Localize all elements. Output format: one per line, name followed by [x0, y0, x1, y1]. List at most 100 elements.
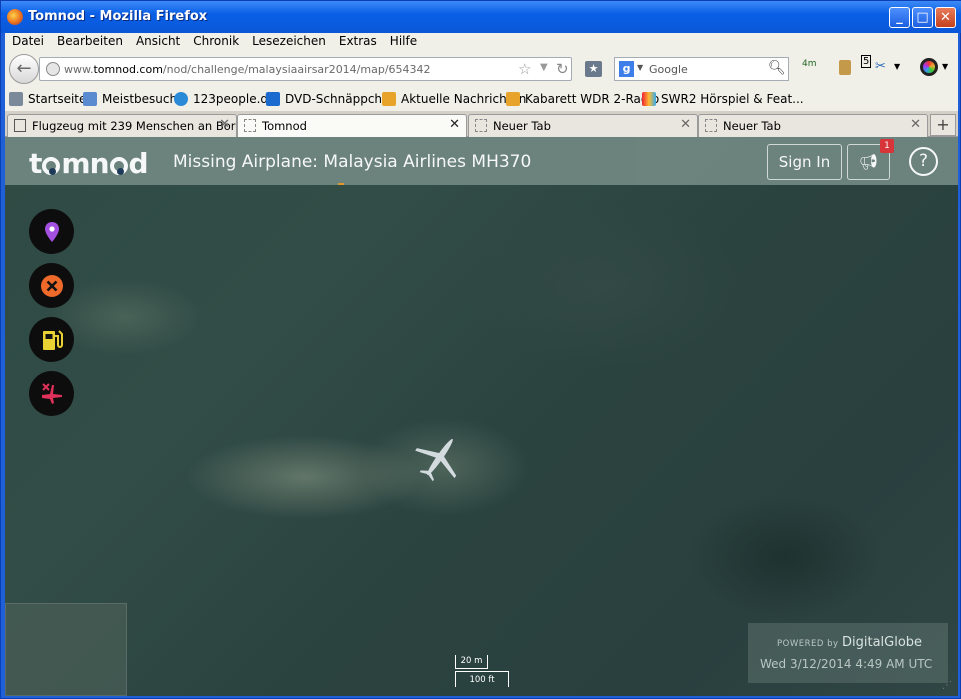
page-icon [244, 119, 256, 132]
tab-label: Tomnod [262, 119, 307, 133]
tab-label: Flugzeug mit 239 Menschen an Bord ... [32, 119, 237, 133]
page-icon [475, 119, 487, 132]
back-button[interactable]: ← [9, 54, 39, 84]
bookmark-label: 123people.de [193, 92, 276, 106]
close-button[interactable]: ✕ [935, 7, 956, 28]
menu-datei[interactable]: Datei [5, 33, 50, 48]
page-icon [705, 119, 717, 132]
menu-ansicht[interactable]: Ansicht [129, 33, 186, 48]
airplane-wreckage-icon [41, 382, 62, 404]
tomnod-logo[interactable]: t mn d [29, 147, 149, 180]
firefox-icon [7, 9, 23, 25]
scale-metric: 20 m [455, 655, 488, 669]
menu-extras[interactable]: Extras [332, 33, 383, 48]
google-engine-icon[interactable]: g [619, 61, 634, 77]
scale-bar: 20 m 100 ft [455, 655, 509, 689]
navigation-toolbar: ← www.tomnod.com/nod/challenge/malaysiaa… [5, 51, 958, 87]
map-viewport[interactable]: t mn d Missing Airplane: Malaysia Airlines… [5, 137, 958, 696]
bookmarks-button[interactable]: ★ [585, 61, 602, 77]
bookmark-label: Meistbesucht [102, 92, 182, 106]
tomnod-header: t mn d Missing Airplane: Malaysia Airlines… [5, 137, 958, 185]
progress-marker [338, 183, 344, 185]
imagery-credit: POWERED by DigitalGlobe Wed 3/12/2014 4:… [748, 623, 948, 683]
reload-icon[interactable]: ↻ [556, 60, 569, 78]
bookmark-meistbesucht[interactable]: Meistbesucht [83, 92, 182, 106]
oil-slick-tool[interactable] [29, 317, 74, 362]
bookmarks-toolbar: Startseite Meistbesucht 123people.de DVD… [5, 87, 958, 111]
bookmarks-star-icon: ★ [588, 62, 599, 75]
new-tab-button[interactable]: + [930, 114, 956, 136]
search-magnifier-icon[interactable]: 🔍︎ [768, 60, 786, 76]
browser-window: Tomnod - Mozilla Firefox _ □ ✕ Datei Bear… [0, 0, 961, 699]
minimize-button[interactable]: _ [889, 7, 910, 28]
bookmark-label: SWR2 Hörspiel & Feat... [661, 92, 804, 106]
maximize-button[interactable]: □ [912, 7, 933, 28]
bookmark-label: DVD-Schnäppchen [285, 92, 398, 106]
globe-icon [46, 62, 60, 76]
notebook-icon[interactable] [839, 60, 851, 75]
damage-tool[interactable] [29, 263, 74, 308]
notification-badge: 1 [880, 139, 894, 153]
page-icon [14, 119, 26, 132]
tab-close-icon[interactable]: ✕ [219, 117, 230, 132]
tab-flugzeug[interactable]: Flugzeug mit 239 Menschen an Bord ... ✕ [7, 114, 237, 137]
megaphone-icon: 📢︎ [858, 153, 879, 171]
engine-dropdown-icon[interactable]: ▼ [637, 63, 643, 72]
tag-location-tool[interactable] [29, 209, 74, 254]
color-addon-icon[interactable] [920, 58, 938, 76]
bookmark-startseite[interactable]: Startseite [9, 92, 86, 106]
menu-bar: Datei Bearbeiten Ansicht Chronik Lesezeichen… [5, 33, 958, 51]
bookmark-123people[interactable]: 123people.de [174, 92, 275, 106]
tv-icon [266, 92, 280, 106]
tab-close-icon[interactable]: ✕ [910, 117, 921, 132]
addon-4m-icon[interactable]: 4m [802, 59, 817, 69]
title-bar: Tomnod - Mozilla Firefox _ □ ✕ [1, 1, 961, 33]
resize-grip-icon[interactable]: ⋰ [942, 680, 956, 694]
page-title: Missing Airplane: Malaysia Airlines MH37… [173, 152, 532, 172]
addon-scissors-icon[interactable]: ✂ [875, 59, 886, 74]
scale-imperial: 100 ft [455, 671, 509, 687]
airplane-sighting [415, 438, 457, 482]
rss-icon [506, 92, 520, 106]
home-icon [9, 92, 23, 106]
search-input[interactable]: Google [649, 63, 688, 76]
tab-tomnod[interactable]: Tomnod ✕ [237, 114, 467, 138]
tab-bar: Flugzeug mit 239 Menschen an Bord ... ✕ T… [5, 111, 958, 138]
tab-neuer-2[interactable]: Neuer Tab ✕ [698, 114, 928, 137]
map-pin-icon [44, 221, 59, 242]
url-dropdown-icon[interactable]: ▼ [540, 62, 548, 73]
menu-bearbeiten[interactable]: Bearbeiten [50, 33, 129, 48]
minimap[interactable] [5, 603, 127, 696]
addon-dropdown-icon[interactable]: ▼ [894, 62, 900, 71]
sign-in-button[interactable]: Sign In [767, 144, 842, 180]
help-button[interactable]: ? [909, 147, 938, 176]
tab-label: Neuer Tab [493, 119, 551, 133]
url-text[interactable]: www.tomnod.com/nod/challenge/malaysiaair… [64, 63, 431, 76]
url-prefix: www. [64, 63, 94, 76]
swr-icon [642, 92, 656, 106]
bookmark-kabarett[interactable]: Kabarett WDR 2-Radio [506, 92, 659, 106]
color-addon-dropdown-icon[interactable]: ▼ [942, 62, 948, 71]
tab-close-icon[interactable]: ✕ [680, 117, 691, 132]
url-path: /nod/challenge/malaysiaairsar2014/map/65… [162, 63, 431, 76]
bookmark-dvd[interactable]: DVD-Schnäppchen [266, 92, 397, 106]
bookmark-label: Kabarett WDR 2-Radio [525, 92, 660, 106]
tab-neuer-1[interactable]: Neuer Tab ✕ [468, 114, 698, 137]
tab-label: Neuer Tab [723, 119, 781, 133]
bookmark-swr2[interactable]: SWR2 Hörspiel & Feat... [642, 92, 804, 106]
window-title: Tomnod - Mozilla Firefox [28, 9, 208, 24]
bookmark-aktuelle[interactable]: Aktuelle Nachrichten [382, 92, 526, 106]
bookmark-star-icon[interactable]: ☆ [518, 60, 531, 78]
tab-close-icon[interactable]: ✕ [449, 117, 460, 132]
menu-hilfe[interactable]: Hilfe [383, 33, 423, 48]
url-bar[interactable]: www.tomnod.com/nod/challenge/malaysiaair… [39, 57, 572, 81]
menu-lesezeichen[interactable]: Lesezeichen [245, 33, 332, 48]
url-domain: tomnod.com [93, 63, 163, 76]
search-bar[interactable]: g ▼ Google 🔍︎ [614, 57, 789, 81]
credit-powered: POWERED by [777, 639, 839, 649]
imagery-date: Wed 3/12/2014 4:49 AM UTC [760, 657, 933, 671]
counter-icon[interactable]: 5 [861, 55, 872, 68]
menu-chronik[interactable]: Chronik [186, 33, 245, 48]
digitalglobe-logo: DigitalGlobe [842, 635, 923, 650]
airplane-wreckage-tool[interactable] [29, 371, 74, 416]
